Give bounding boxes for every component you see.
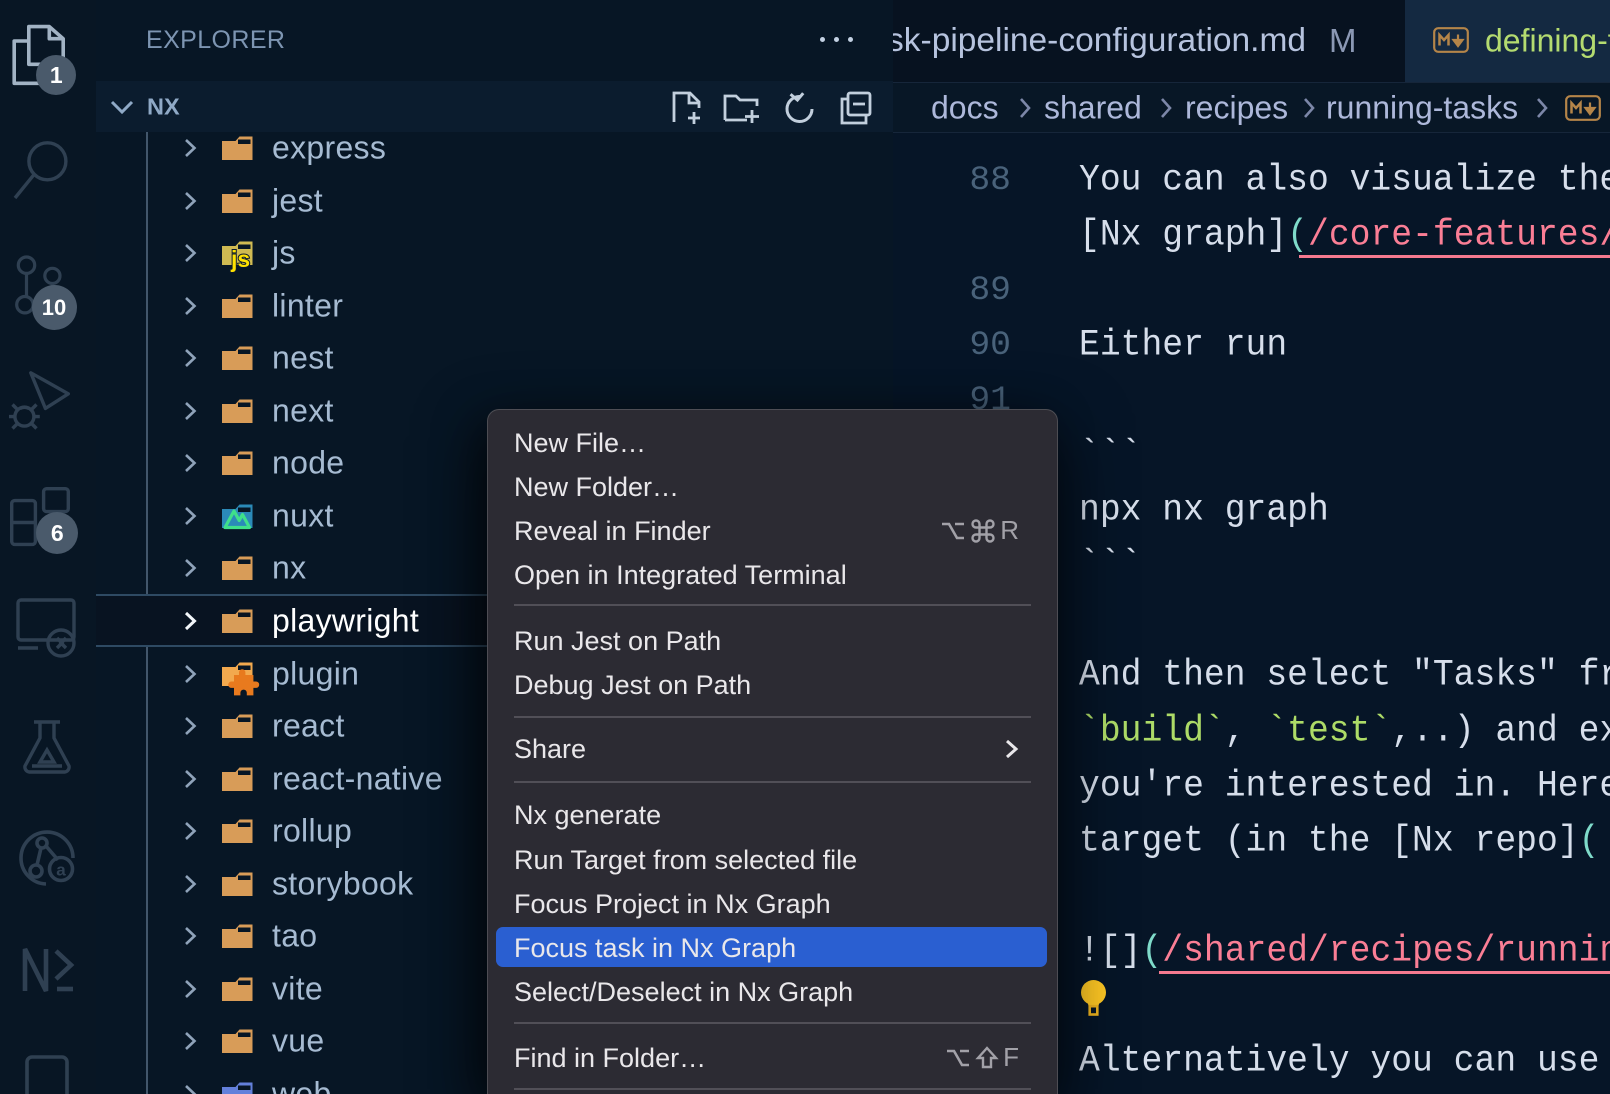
svg-text:js: js (230, 246, 250, 272)
svg-text:a: a (56, 861, 66, 880)
